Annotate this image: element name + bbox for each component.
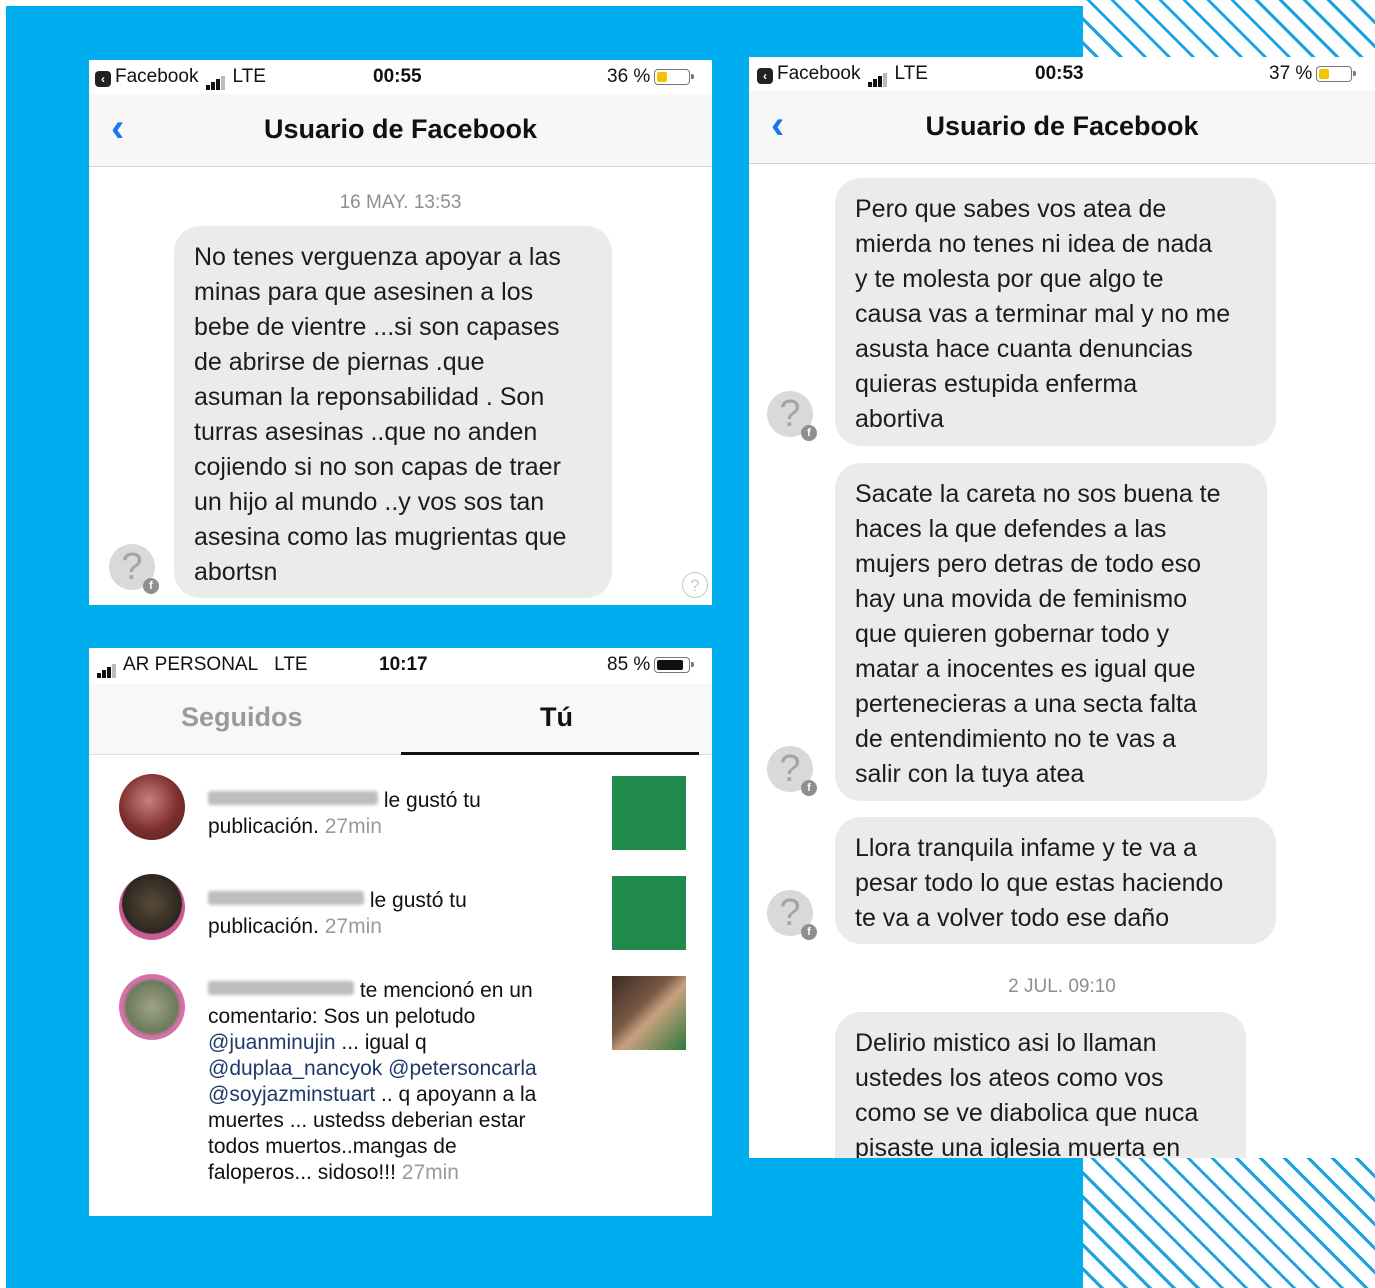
- tab-seguidos[interactable]: Seguidos: [181, 702, 303, 733]
- blurred-username[interactable]: [208, 891, 364, 905]
- tab-tu[interactable]: Tú: [540, 702, 573, 733]
- chat-header: ‹ Usuario de Facebook: [89, 94, 712, 167]
- facebook-chat-screenshot-2: ‹ Facebook LTE 00:53 37 % ‹ Usuario de Fac…: [749, 57, 1375, 1158]
- signal-icon: [868, 65, 888, 87]
- message-bubble[interactable]: Sacate la careta no sos buena te haces l…: [835, 463, 1267, 801]
- active-tab-indicator: [401, 752, 699, 755]
- facebook-badge-icon: f: [801, 425, 817, 441]
- facebook-badge-icon: f: [801, 780, 817, 796]
- activity-tabs: Seguidos Tú: [89, 684, 712, 755]
- signal-icon: [206, 68, 226, 90]
- message-bubble[interactable]: Pero que sabes vos atea de mierda no ten…: [835, 178, 1276, 446]
- status-battery: 37 %: [1269, 63, 1357, 85]
- message-bubble[interactable]: Llora tranquila infame y te va a pesar t…: [835, 817, 1276, 944]
- signal-icon: [97, 656, 117, 678]
- facebook-badge-icon: f: [801, 924, 817, 940]
- battery-icon: [1316, 66, 1357, 82]
- facebook-badge-icon: f: [143, 578, 159, 594]
- avatar[interactable]: [119, 874, 185, 940]
- battery-icon: [654, 69, 695, 85]
- avatar[interactable]: [119, 774, 185, 840]
- status-bar: ‹ Facebook LTE 00:55 36 %: [89, 60, 712, 94]
- status-battery: 85 %: [607, 654, 695, 676]
- avatar-placeholder[interactable]: ? f: [767, 746, 817, 796]
- mention-link[interactable]: @petersoncarla: [388, 1057, 537, 1080]
- chat-title: Usuario de Facebook: [925, 111, 1199, 141]
- status-time: 10:17: [379, 654, 428, 675]
- facebook-chat-screenshot-1: ‹ Facebook LTE 00:55 36 % ‹ Usuario de Fac…: [89, 60, 712, 605]
- instagram-notifications-screenshot: AR PERSONAL LTE 10:17 85 % Seguidos Tú le…: [89, 648, 712, 1216]
- message-timestamp: 16 MAY. 13:53: [339, 192, 462, 213]
- notification-text: te mencionó en un comentario: Sos un pelo…: [208, 979, 537, 1184]
- back-to-app-icon[interactable]: ‹: [757, 68, 773, 84]
- notification-text: le gustó tu publicación. 27min: [208, 789, 481, 838]
- status-bar: ‹ Facebook LTE 00:53 37 %: [749, 57, 1375, 91]
- avatar-placeholder[interactable]: ? f: [109, 544, 159, 594]
- status-time: 00:53: [1035, 63, 1084, 84]
- post-thumbnail[interactable]: [612, 776, 686, 850]
- seen-indicator-icon: ?: [682, 572, 708, 598]
- status-time: 00:55: [373, 66, 422, 87]
- status-carrier: AR PERSONAL LTE: [97, 654, 308, 678]
- message-bubble[interactable]: No tenes verguenza apoyar a las minas pa…: [174, 226, 612, 598]
- blurred-username[interactable]: [208, 981, 354, 995]
- status-battery: 36 %: [607, 66, 695, 88]
- message-bubble[interactable]: Delirio mistico asi lo llaman ustedes lo…: [835, 1012, 1246, 1158]
- chat-header: ‹ Usuario de Facebook: [749, 91, 1375, 164]
- chat-title: Usuario de Facebook: [263, 114, 538, 144]
- avatar-placeholder[interactable]: ? f: [767, 391, 817, 441]
- avatar[interactable]: [119, 974, 185, 1040]
- post-thumbnail[interactable]: [612, 976, 686, 1050]
- post-thumbnail[interactable]: [612, 876, 686, 950]
- mention-link[interactable]: @soyjazminstuart: [208, 1083, 375, 1106]
- mention-link[interactable]: @duplaa_nancyok: [208, 1057, 382, 1080]
- notification-text: le gustó tu publicación. 27min: [208, 889, 467, 938]
- status-app: ‹ Facebook LTE: [95, 66, 266, 90]
- status-app: ‹ Facebook LTE: [757, 63, 928, 87]
- battery-icon: [654, 657, 695, 673]
- message-timestamp: 2 JUL. 09:10: [1008, 976, 1116, 997]
- avatar-placeholder[interactable]: ? f: [767, 890, 817, 940]
- status-bar: AR PERSONAL LTE 10:17 85 %: [89, 648, 712, 682]
- back-to-app-icon[interactable]: ‹: [95, 71, 111, 87]
- blurred-username[interactable]: [208, 791, 378, 805]
- mention-link[interactable]: @juanminujin: [208, 1031, 336, 1054]
